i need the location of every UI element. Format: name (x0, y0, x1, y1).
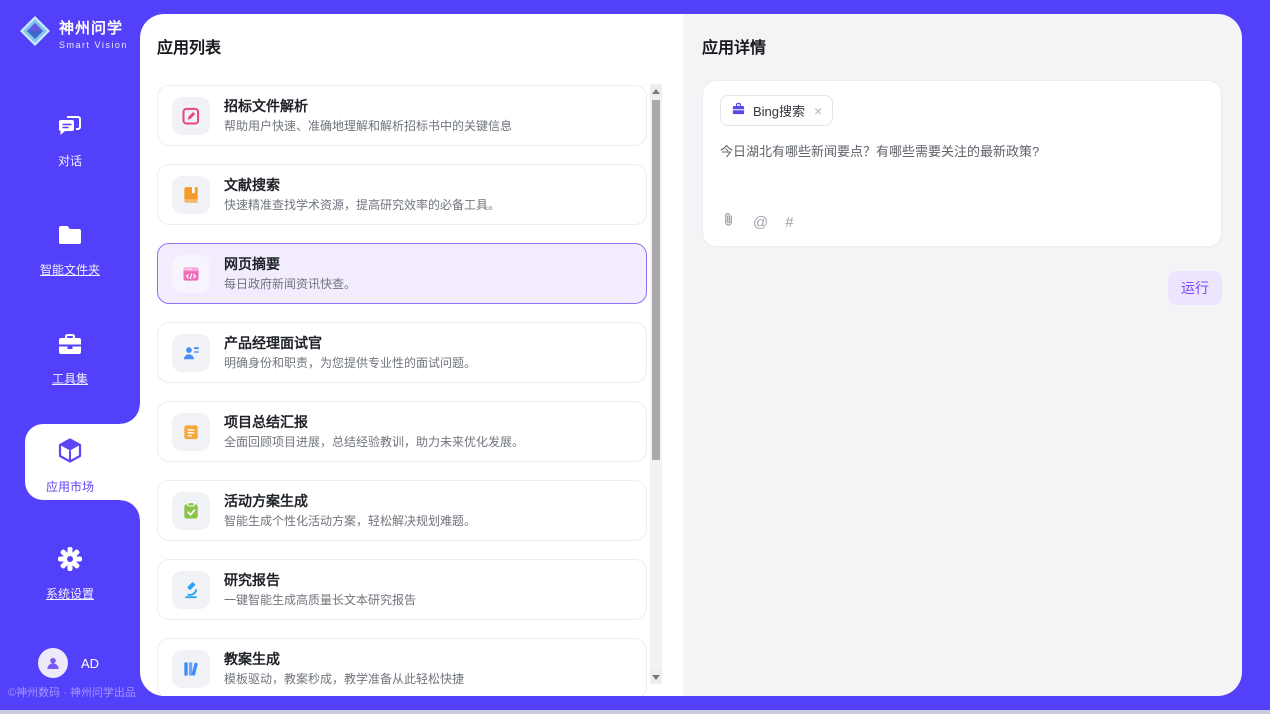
toolbox-icon (56, 330, 84, 363)
app-title: 活动方案生成 (224, 493, 476, 509)
brand-tagline: Smart Vision (59, 40, 128, 50)
app-desc: 全面回顾项目进展，总结经验教训，助力未来优化发展。 (224, 435, 524, 449)
scroll-down-button[interactable] (650, 670, 662, 684)
app-title: 文献搜索 (224, 177, 500, 193)
attachment-toolbar: @ # (721, 211, 794, 233)
arrow-down-icon (652, 675, 660, 680)
sidebar-item-label: 系统设置 (46, 585, 94, 602)
avatar (38, 648, 68, 678)
list-item-web-summary[interactable]: 网页摘要 每日政府新闻资讯快查。 (157, 243, 647, 304)
hashtag-icon[interactable]: # (785, 215, 793, 230)
user-profile[interactable]: AD (38, 648, 99, 678)
note-icon (172, 413, 210, 451)
scroll-up-button[interactable] (650, 84, 662, 98)
diamond-logo-icon (18, 14, 52, 53)
app-title: 项目总结汇报 (224, 414, 524, 430)
resume-person-icon (172, 334, 210, 372)
paperclip-icon[interactable] (721, 211, 736, 233)
run-row: 运行 (702, 271, 1222, 305)
list-item-event-plan[interactable]: 活动方案生成 智能生成个性化活动方案，轻松解决规划难题。 (157, 480, 647, 541)
arrow-up-icon (652, 89, 660, 94)
tool-tag-bing-search[interactable]: Bing搜索 × (720, 95, 833, 126)
gear-icon (56, 545, 84, 578)
app-title: 产品经理面试官 (224, 335, 476, 351)
list-scrollbar[interactable] (650, 84, 662, 684)
app-title: 研究报告 (224, 572, 416, 588)
app-list-title: 应用列表 (157, 40, 683, 57)
app-title: 教案生成 (224, 651, 464, 667)
sidebar-item-chat[interactable]: 对话 (0, 112, 140, 169)
sidebar: 神州问学 Smart Vision 对话 智能文件夹 (0, 0, 140, 710)
tool-tag-label: Bing搜索 (753, 101, 805, 120)
browser-code-icon (172, 255, 210, 293)
app-desc: 一键智能生成高质量长文本研究报告 (224, 593, 416, 607)
app-list-panel: 应用列表 招标文件解析 帮助用户快速、准确地理解和解析招标书中的关键信息 (140, 14, 683, 696)
list-item-literature-search[interactable]: 文献搜索 快速精准查找学术资源，提高研究效率的必备工具。 (157, 164, 647, 225)
list-item-lesson-plan[interactable]: 教案生成 模板驱动，教案秒成，教学准备从此轻松快捷 (157, 638, 647, 696)
sidebar-item-label: 应用市场 (46, 478, 94, 495)
main-content: 应用列表 招标文件解析 帮助用户快速、准确地理解和解析招标书中的关键信息 (140, 14, 1242, 696)
close-icon[interactable]: × (814, 104, 822, 118)
sidebar-item-app-market[interactable]: 应用市场 (0, 436, 140, 495)
sidebar-item-label: 对话 (58, 152, 82, 169)
edit-icon (172, 97, 210, 135)
list-item-project-summary[interactable]: 项目总结汇报 全面回顾项目进展，总结经验教训，助力未来优化发展。 (157, 401, 647, 462)
scrollbar-thumb[interactable] (652, 100, 660, 460)
sidebar-item-settings[interactable]: 系统设置 (0, 545, 140, 602)
cube-icon (55, 436, 85, 471)
sidebar-item-label: 智能文件夹 (40, 261, 100, 278)
app-desc: 帮助用户快速、准确地理解和解析招标书中的关键信息 (224, 119, 512, 133)
brand-logo: 神州问学 Smart Vision (18, 14, 128, 53)
app-desc: 每日政府新闻资讯快查。 (224, 277, 356, 291)
mention-icon[interactable]: @ (753, 215, 768, 230)
sidebar-item-label: 工具集 (52, 370, 88, 387)
app-title: 招标文件解析 (224, 98, 512, 114)
app-desc: 快速精准查找学术资源，提高研究效率的必备工具。 (224, 198, 500, 212)
prompt-card: Bing搜索 × 今日湖北有哪些新闻要点？有哪些需要关注的最新政策? @ # (702, 80, 1222, 247)
list-item-pm-interviewer[interactable]: 产品经理面试官 明确身份和职责，为您提供专业性的面试问题。 (157, 322, 647, 383)
copyright-footer: ©神州数码 · 神州问学出品 (8, 684, 140, 700)
app-detail-title: 应用详情 (702, 40, 1222, 57)
app-desc: 模板驱动，教案秒成，教学准备从此轻松快捷 (224, 672, 464, 686)
app-desc: 智能生成个性化活动方案，轻松解决规划难题。 (224, 514, 476, 528)
run-button[interactable]: 运行 (1168, 271, 1222, 305)
prompt-input[interactable]: 今日湖北有哪些新闻要点？有哪些需要关注的最新政策? (720, 143, 1204, 161)
user-initials: AD (81, 656, 99, 671)
app-window: 神州问学 Smart Vision 对话 智能文件夹 (0, 0, 1270, 714)
briefcase-icon (731, 101, 746, 121)
books-icon (172, 650, 210, 688)
chat-icon (56, 112, 84, 145)
app-detail-panel: 应用详情 Bing搜索 × 今日湖北有哪些新闻要点？有哪些需要关注的最新政策? (683, 14, 1242, 696)
app-list: 招标文件解析 帮助用户快速、准确地理解和解析招标书中的关键信息 文献搜索 (157, 85, 647, 696)
sidebar-item-toolbox[interactable]: 工具集 (0, 330, 140, 387)
list-item-bid-parse[interactable]: 招标文件解析 帮助用户快速、准确地理解和解析招标书中的关键信息 (157, 85, 647, 146)
app-desc: 明确身份和职责，为您提供专业性的面试问题。 (224, 356, 476, 370)
sidebar-item-smart-folder[interactable]: 智能文件夹 (0, 221, 140, 278)
folder-icon (56, 221, 84, 254)
list-item-research-report[interactable]: 研究报告 一键智能生成高质量长文本研究报告 (157, 559, 647, 620)
microscope-icon (172, 571, 210, 609)
app-title: 网页摘要 (224, 256, 356, 272)
clipboard-check-icon (172, 492, 210, 530)
bottom-edge (0, 710, 1270, 714)
brand-name: 神州问学 (59, 17, 128, 38)
book-icon (172, 176, 210, 214)
